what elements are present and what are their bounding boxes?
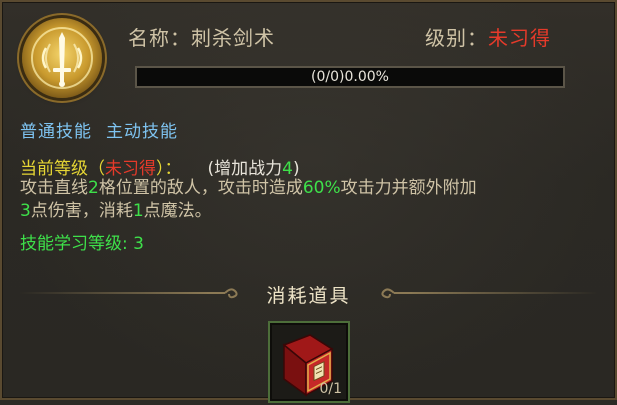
desc-text-4: 点伤害，消耗 [30,201,133,221]
desc-text-3: 攻击力并额外附加 [340,178,477,198]
current-level-suffix: ）： [156,159,182,179]
skill-detail-panel: 名称：刺杀剑术 级别：未习得 (0/0)0.00% 普通技能 主动技能 当前等级（… [0,0,617,403]
skill-name-label: 名称： [128,26,191,50]
sword-emblem-icon [22,18,102,98]
current-level-prefix: 当前等级（ [20,159,105,179]
divider-line-right [407,292,597,294]
skill-description: 攻击直线2格位置的敌人，攻击时造成60%攻击力并额外附加 3点伤害，消耗1点魔法。 [20,177,617,223]
item-count: 0/1 [319,381,342,397]
consumables-title: 消耗道具 [266,285,351,307]
consumable-item-slot[interactable]: 0/1 [268,321,350,403]
desc-num-2: 60% [302,178,341,198]
current-level-status: 未习得 [105,159,156,179]
desc-text-1: 攻击直线 [20,178,88,198]
power-close: ) [292,159,300,179]
power-value: 4 [282,159,293,179]
desc-text-5: 点魔法。 [143,201,212,221]
desc-num-3: 3 [20,201,31,221]
skill-level-value: 未习得 [488,26,551,50]
desc-text-2: 格位置的敌人，攻击时造成 [98,178,303,198]
skill-tag-normal: 普通技能 [20,122,92,142]
consumables-divider: 消耗道具 [2,279,615,307]
skill-level-label: 级别： [425,26,488,50]
desc-num-1: 2 [88,178,99,198]
skill-progress-text: (0/0)0.00% [311,69,389,85]
current-level-line: 当前等级（未习得）： (增加战力4) [20,154,300,179]
power-open: (增加战力 [207,159,283,179]
learn-level: 技能学习等级: 3 [20,234,144,254]
skill-tag-active: 主动技能 [106,122,178,142]
skill-progress-bar: (0/0)0.00% [135,66,565,88]
skill-tags: 普通技能 主动技能 [20,117,192,142]
skill-level: 级别：未习得 [425,22,551,51]
skill-name-value: 刺杀剑术 [191,26,275,50]
skill-name: 名称：刺杀剑术 [128,22,275,51]
desc-num-4: 1 [132,201,144,221]
